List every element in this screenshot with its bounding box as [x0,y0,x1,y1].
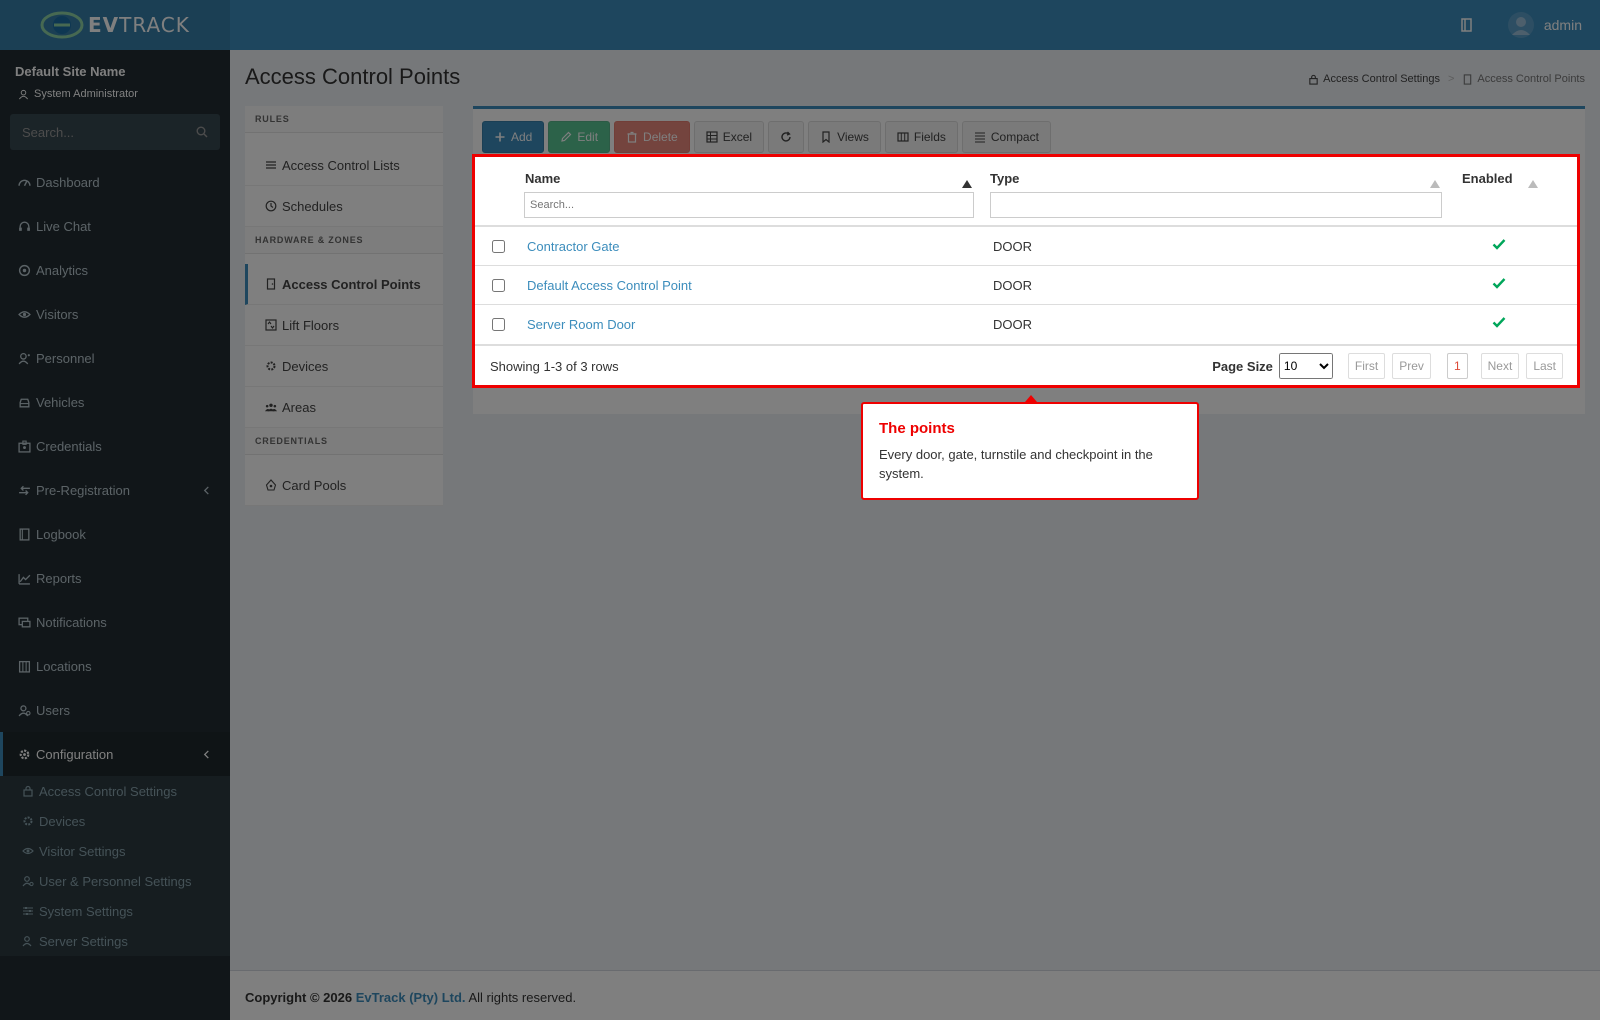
tooltip-title: The points [879,420,955,437]
first-page-button[interactable]: First [1347,353,1386,379]
row-type: DOOR [993,278,1032,293]
row-checkbox[interactable] [492,279,505,292]
tour-tooltip[interactable]: The points Every door, gate, turnstile a… [861,402,1199,500]
sort-icon[interactable] [1528,176,1538,188]
company-link[interactable]: EvTrack (Pty) Ltd. [356,990,466,1005]
tooltip-arrow [1025,395,1037,402]
pagination: Page Size 10 First Prev 1 Next Last [1212,353,1563,379]
sort-asc-icon[interactable] [962,176,972,188]
check-icon [1492,237,1506,251]
table-row[interactable]: Server Room Door DOOR [475,305,1577,344]
table-row[interactable]: Contractor Gate DOOR [475,227,1577,266]
row-count-text: Showing 1-3 of 3 rows [490,359,619,374]
column-header-type[interactable]: Type [990,171,1019,186]
table-row[interactable]: Default Access Control Point DOOR [475,266,1577,305]
table-header: Name Type Enabled [475,157,1577,227]
row-name-link[interactable]: Default Access Control Point [527,278,692,293]
page-size-select[interactable]: 10 [1278,353,1333,379]
current-page-button[interactable]: 1 [1446,353,1468,379]
tooltip-body: Every door, gate, turnstile and checkpoi… [879,447,1153,481]
check-icon [1492,276,1506,290]
column-header-name[interactable]: Name [525,171,560,186]
page-size-label: Page Size [1212,358,1273,374]
copyright-text: Copyright © 2026 [245,990,353,1005]
highlighted-table: Name Type Enabled Contractor Gate DOOR D… [472,154,1580,388]
prev-page-button[interactable]: Prev [1392,353,1431,379]
table-footer: Showing 1-3 of 3 rows Page Size 10 First… [475,344,1577,386]
row-name-link[interactable]: Contractor Gate [527,239,620,254]
last-page-button[interactable]: Last [1526,353,1563,379]
next-page-button[interactable]: Next [1480,353,1520,379]
row-type: DOOR [993,239,1032,254]
page-footer: Copyright © 2026 EvTrack (Pty) Ltd. All … [230,970,1600,1020]
row-checkbox[interactable] [492,318,505,331]
check-icon [1492,315,1506,329]
rights-text: All rights reserved. [468,990,577,1005]
row-type: DOOR [993,317,1032,332]
sort-icon[interactable] [1430,176,1440,188]
row-name-link[interactable]: Server Room Door [527,317,635,332]
type-filter-input[interactable] [990,192,1442,218]
column-header-enabled[interactable]: Enabled [1462,171,1513,186]
name-filter-input[interactable] [524,192,974,218]
row-checkbox[interactable] [492,240,505,253]
tour-overlay [0,0,1600,1020]
